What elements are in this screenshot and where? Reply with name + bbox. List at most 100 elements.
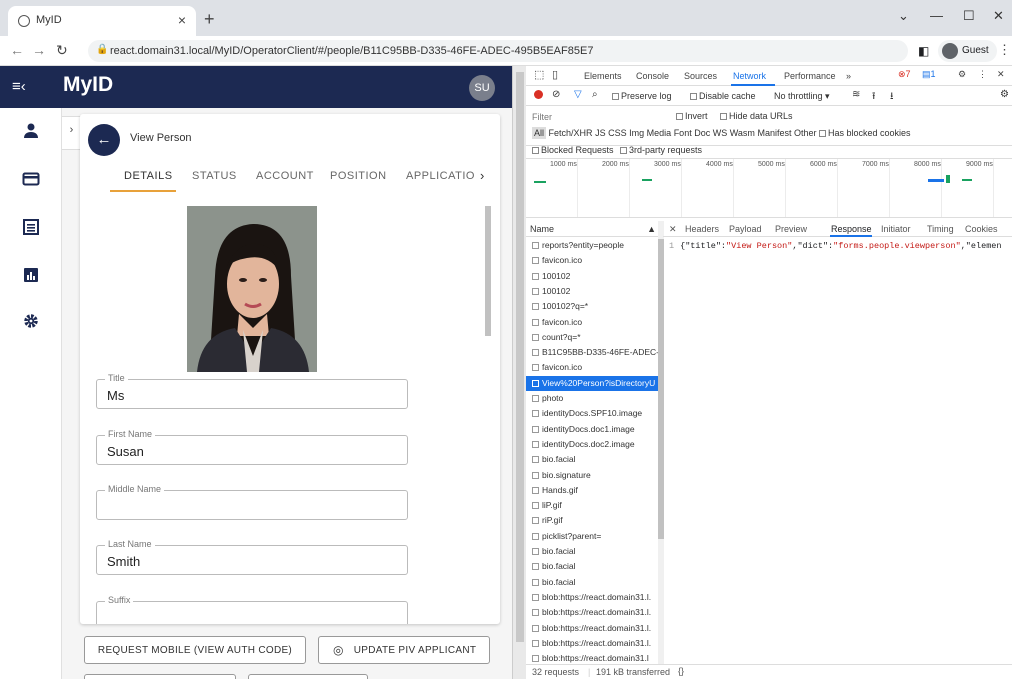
record-icon[interactable]	[534, 90, 543, 99]
maximize-icon[interactable]: ☐	[963, 8, 975, 24]
has-blocked-cookies-checkbox[interactable]: Has blocked cookies	[819, 128, 911, 138]
more-action-button-2[interactable]	[248, 674, 368, 679]
update-piv-applicant-button[interactable]: ◎ UPDATE PIV APPLICANT	[318, 636, 490, 664]
network-overview-timeline[interactable]: 1000 ms 2000 ms 3000 ms 4000 ms 5000 ms …	[526, 158, 1012, 218]
request-row[interactable]: bio.facial	[526, 452, 658, 467]
more-action-button-1[interactable]	[84, 674, 236, 679]
back-nav-icon[interactable]: ←	[10, 42, 24, 58]
clear-icon[interactable]: ⊘	[552, 89, 560, 100]
request-row[interactable]: blob:https://react.domain31.l.	[526, 636, 658, 651]
request-row[interactable]: count?q=*	[526, 330, 658, 345]
page-scrollbar-thumb[interactable]	[516, 72, 524, 642]
throttling-select[interactable]: No throttling ▾	[774, 91, 830, 102]
type-filter-fetch[interactable]: Fetch/XHR	[549, 128, 593, 138]
type-filter-css[interactable]: CSS	[608, 128, 627, 138]
card-scrollbar[interactable]	[484, 196, 492, 624]
invert-checkbox[interactable]: Invert	[676, 111, 708, 121]
request-row[interactable]: blob:https://react.domain31.l.	[526, 605, 658, 620]
new-tab-icon[interactable]: +	[204, 9, 215, 30]
type-filter-font[interactable]: Font	[674, 128, 692, 138]
request-row[interactable]: picklist?parent=	[526, 529, 658, 544]
network-settings-gear-icon[interactable]: ⚙	[1000, 89, 1009, 100]
tab-search-chevron-icon[interactable]: ⌄	[898, 8, 909, 24]
profile-button[interactable]: Guest	[938, 40, 997, 62]
detail-tab-initiator[interactable]: Initiator	[881, 224, 911, 234]
request-row[interactable]: favicon.ico	[526, 315, 658, 330]
tab-position[interactable]: POSITION	[330, 170, 387, 182]
device-toolbar-icon[interactable]: ▯	[552, 68, 558, 81]
devtools-tab-network[interactable]: Network	[733, 71, 766, 81]
card-icon[interactable]	[22, 170, 40, 188]
response-body[interactable]: 1 {"title":"View Person","dict":"forms.pe…	[669, 241, 1009, 251]
request-row[interactable]: favicon.ico	[526, 360, 658, 375]
request-row[interactable]: bio.facial	[526, 544, 658, 559]
back-arrow-button[interactable]: ←	[88, 124, 120, 156]
reload-icon[interactable]: ↻	[56, 42, 68, 59]
request-row[interactable]: liP.gif	[526, 498, 658, 513]
type-filter-doc[interactable]: Doc	[694, 128, 710, 138]
request-row[interactable]: identityDocs.SPF10.image	[526, 406, 658, 421]
type-filter-img[interactable]: Img	[629, 128, 644, 138]
devtools-close-icon[interactable]: ✕	[997, 69, 1005, 80]
type-filter-media[interactable]: Media	[647, 128, 672, 138]
request-row[interactable]: identityDocs.doc2.image	[526, 437, 658, 452]
type-filter-wasm[interactable]: Wasm	[730, 128, 755, 138]
tabs-scroll-right-icon[interactable]: ›	[480, 168, 484, 183]
browser-menu-icon[interactable]: ⋮	[998, 42, 1011, 58]
devtools-tab-console[interactable]: Console	[636, 71, 669, 81]
request-row[interactable]: 100102	[526, 284, 658, 299]
export-har-icon[interactable]: ⭳	[890, 89, 894, 106]
detail-tab-response[interactable]: Response	[831, 224, 872, 234]
request-row[interactable]: bio.signature	[526, 468, 658, 483]
close-tab-icon[interactable]: ×	[178, 12, 186, 28]
name-column-header[interactable]: Name ▲	[526, 221, 662, 237]
user-avatar[interactable]: SU	[469, 75, 495, 101]
request-row[interactable]: identityDocs.doc1.image	[526, 422, 658, 437]
detail-tab-payload[interactable]: Payload	[729, 224, 762, 234]
tab-details[interactable]: DETAILS	[124, 170, 173, 182]
hide-data-urls-checkbox[interactable]: Hide data URLs	[720, 111, 793, 121]
request-row[interactable]: reports?entity=people	[526, 238, 658, 253]
request-row[interactable]: riP.gif	[526, 513, 658, 528]
request-row[interactable]: B11C95BB-D335-46FE-ADEC-	[526, 345, 658, 360]
network-conditions-icon[interactable]: ≋	[852, 89, 860, 100]
reports-chart-icon[interactable]	[22, 266, 40, 284]
inspect-element-icon[interactable]: ⬚	[534, 68, 544, 81]
menu-collapse-icon[interactable]: ≡‹	[12, 78, 26, 95]
devtools-tab-elements[interactable]: Elements	[584, 71, 622, 81]
search-icon[interactable]: ⌕	[592, 89, 598, 100]
message-count-badge[interactable]: ▤1	[922, 69, 936, 80]
request-row[interactable]: bio.facial	[526, 559, 658, 574]
devtools-more-tabs[interactable]: »	[846, 71, 851, 81]
title-field[interactable]: Title Ms	[96, 373, 408, 409]
request-row[interactable]: 100102	[526, 269, 658, 284]
request-row[interactable]: blob:https://react.domain31.l.	[526, 621, 658, 636]
request-row[interactable]: 100102?q=*	[526, 299, 658, 314]
page-scrollbar[interactable]	[512, 66, 526, 679]
first-name-field[interactable]: First Name Susan	[96, 429, 408, 465]
blocked-requests-checkbox[interactable]: Blocked Requests	[532, 145, 614, 155]
detail-tab-cookies[interactable]: Cookies	[965, 224, 998, 234]
minimize-icon[interactable]: —	[930, 8, 943, 23]
type-filter-all[interactable]: All	[532, 127, 547, 139]
request-row[interactable]: favicon.ico	[526, 253, 658, 268]
tab-status[interactable]: STATUS	[192, 170, 237, 182]
type-filter-manifest[interactable]: Manifest	[757, 128, 791, 138]
request-row[interactable]: bio.facial	[526, 575, 658, 590]
devtools-settings-gear-icon[interactable]: ⚙	[958, 69, 966, 80]
detail-tab-headers[interactable]: Headers	[685, 224, 719, 234]
tab-applications[interactable]: APPLICATIO	[406, 170, 475, 182]
sidepanel-icon[interactable]: ◧	[918, 44, 929, 58]
window-close-icon[interactable]: ✕	[993, 8, 1004, 24]
tab-account[interactable]: ACCOUNT	[256, 170, 314, 182]
detail-tab-preview[interactable]: Preview	[775, 224, 807, 234]
error-count-badge[interactable]: ⊗7	[898, 69, 911, 80]
devtools-tab-sources[interactable]: Sources	[684, 71, 717, 81]
list-icon[interactable]	[22, 218, 40, 236]
forward-nav-icon[interactable]: →	[32, 42, 46, 58]
middle-name-field[interactable]: Middle Name	[96, 484, 408, 520]
filter-input[interactable]: Filter	[532, 112, 552, 122]
request-row[interactable]: View%20Person?isDirectoryU	[526, 375, 658, 391]
request-row[interactable]: Hands.gif	[526, 483, 658, 498]
browser-tab[interactable]: MyID ×	[8, 6, 196, 36]
